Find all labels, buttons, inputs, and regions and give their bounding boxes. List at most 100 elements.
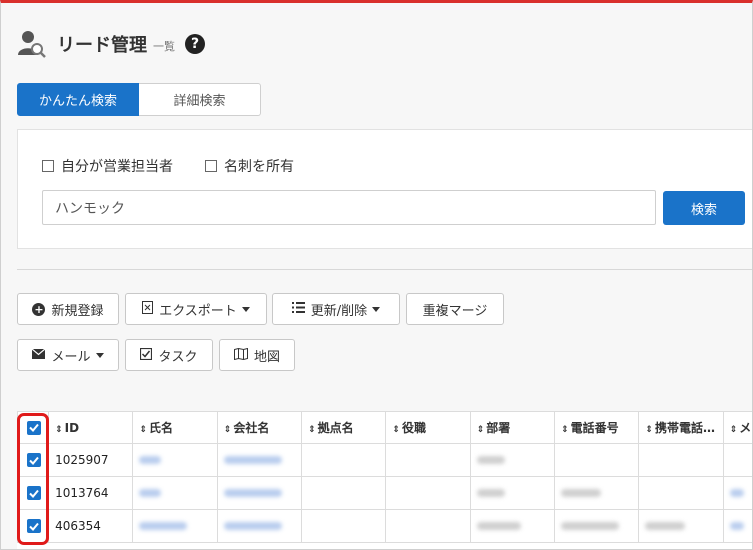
export-label: エクスポート bbox=[159, 303, 237, 319]
section-divider bbox=[17, 269, 752, 270]
department-cell bbox=[469, 509, 556, 543]
table-row[interactable]: 1013764 bbox=[17, 476, 752, 510]
chevron-down-icon bbox=[241, 306, 250, 312]
merge-duplicates-button[interactable]: 重複マージ bbox=[406, 293, 504, 325]
update-delete-label: 更新/削除 bbox=[310, 303, 368, 319]
update-delete-button[interactable]: 更新/削除 bbox=[272, 293, 400, 325]
column-header-company[interactable]: ⇕ 会社名 bbox=[216, 411, 303, 444]
mail-cell bbox=[722, 443, 752, 477]
tab-simple-search[interactable]: かんたん検索 bbox=[17, 83, 139, 116]
row-select-cell[interactable] bbox=[17, 509, 50, 543]
sort-icon: ⇕ bbox=[223, 425, 232, 435]
lead-person-icon bbox=[17, 29, 47, 59]
position-cell bbox=[385, 476, 471, 510]
card-checkbox[interactable]: 名刺を所有 bbox=[205, 156, 294, 176]
department-cell bbox=[469, 476, 556, 510]
export-file-icon bbox=[142, 301, 154, 317]
list-icon bbox=[291, 302, 305, 316]
search-panel: 自分が営業担当者 名刺を所有 ハンモック 検索 bbox=[17, 129, 752, 249]
column-header-mail[interactable]: ⇕ メ bbox=[722, 411, 752, 444]
merge-duplicates-label: 重複マージ bbox=[422, 303, 488, 319]
owner-checkbox-label: 自分が営業担当者 bbox=[61, 159, 173, 175]
branch-cell bbox=[301, 509, 387, 543]
position-cell bbox=[385, 443, 471, 477]
column-header-position[interactable]: ⇕ 役職 bbox=[385, 411, 471, 444]
column-header-name[interactable]: ⇕ 氏名 bbox=[132, 411, 218, 444]
owner-checkbox[interactable]: 自分が営業担当者 bbox=[42, 156, 173, 176]
check-square-icon bbox=[140, 347, 153, 363]
company-cell[interactable] bbox=[216, 476, 303, 510]
card-checkbox-label: 名刺を所有 bbox=[224, 159, 294, 175]
export-button[interactable]: エクスポート bbox=[125, 293, 267, 325]
envelope-icon bbox=[32, 348, 46, 362]
sort-icon: ⇕ bbox=[476, 425, 485, 435]
filter-checkboxes: 自分が営業担当者 名刺を所有 bbox=[42, 156, 326, 176]
branch-cell bbox=[301, 476, 387, 510]
map-label: 地図 bbox=[253, 349, 280, 365]
mobile-cell bbox=[638, 509, 724, 543]
sort-icon: ⇕ bbox=[55, 424, 63, 435]
select-all-cell[interactable] bbox=[17, 411, 50, 444]
owner-checkbox-box[interactable] bbox=[42, 160, 54, 172]
row-checkbox[interactable] bbox=[27, 486, 41, 500]
sort-icon: ⇕ bbox=[308, 425, 316, 435]
task-label: タスク bbox=[158, 349, 198, 365]
map-icon bbox=[233, 347, 248, 363]
page-title: リード管理 bbox=[57, 35, 147, 56]
search-input[interactable]: ハンモック bbox=[42, 190, 656, 225]
company-cell[interactable] bbox=[216, 509, 303, 543]
tab-advanced-search[interactable]: 詳細検索 bbox=[139, 83, 261, 116]
table-row[interactable]: 1025907 bbox=[17, 443, 752, 477]
page-subtitle: 一覧 bbox=[153, 40, 175, 53]
mail-label: メール bbox=[51, 349, 91, 365]
mobile-cell bbox=[638, 476, 724, 510]
column-header-mobile[interactable]: ⇕ 携帯電話… bbox=[638, 411, 724, 444]
name-cell[interactable] bbox=[132, 509, 218, 543]
table-header-row: ⇕ ID ⇕ 氏名 ⇕ 会社名 ⇕ 拠点名 ⇕ 役職 ⇕ 部署 ⇕ 電話番号 ⇕ 携帯電話… ⇕… bbox=[17, 411, 752, 444]
row-select-cell[interactable] bbox=[17, 443, 50, 477]
app-frame: リード管理 一覧 ? かんたん検索 詳細検索 自分が営業担当者 名刺を所有 ハン… bbox=[0, 0, 753, 550]
select-all-checkbox[interactable] bbox=[27, 420, 41, 435]
mail-button[interactable]: メール bbox=[17, 339, 119, 371]
new-lead-button[interactable]: + 新規登録 bbox=[17, 293, 119, 325]
chevron-down-icon bbox=[372, 306, 381, 312]
department-cell bbox=[469, 443, 556, 477]
row-checkbox[interactable] bbox=[27, 453, 41, 467]
position-cell bbox=[385, 509, 471, 543]
lead-id-cell: 1013764 bbox=[48, 476, 134, 510]
column-header-phone[interactable]: ⇕ 電話番号 bbox=[554, 411, 640, 444]
task-button[interactable]: タスク bbox=[125, 339, 213, 371]
table-row[interactable]: 406354 bbox=[17, 509, 752, 543]
mobile-cell bbox=[638, 443, 724, 477]
lead-table: ⇕ ID ⇕ 氏名 ⇕ 会社名 ⇕ 拠点名 ⇕ 役職 ⇕ 部署 ⇕ 電話番号 ⇕ 携帯電話… ⇕… bbox=[17, 411, 752, 549]
row-checkbox[interactable] bbox=[27, 519, 41, 533]
phone-cell bbox=[554, 476, 640, 510]
new-lead-label: 新規登録 bbox=[51, 303, 104, 319]
chevron-down-icon bbox=[95, 352, 104, 358]
sort-icon: ⇕ bbox=[139, 425, 147, 435]
search-tabs: かんたん検索 詳細検索 bbox=[17, 83, 261, 116]
branch-cell bbox=[301, 443, 387, 477]
sort-icon: ⇕ bbox=[392, 425, 400, 435]
page-header: リード管理 一覧 ? bbox=[17, 27, 205, 61]
name-cell[interactable] bbox=[132, 476, 218, 510]
name-cell[interactable] bbox=[132, 443, 218, 477]
help-icon[interactable]: ? bbox=[185, 34, 205, 54]
phone-cell bbox=[554, 443, 640, 477]
plus-circle-icon: + bbox=[32, 302, 46, 316]
row-select-cell[interactable] bbox=[17, 476, 50, 510]
map-button[interactable]: 地図 bbox=[219, 339, 295, 371]
search-button[interactable]: 検索 bbox=[663, 191, 745, 225]
lead-id-cell: 1025907 bbox=[48, 443, 134, 477]
mail-cell bbox=[722, 509, 752, 543]
column-header-branch[interactable]: ⇕ 拠点名 bbox=[301, 411, 387, 444]
card-checkbox-box[interactable] bbox=[205, 160, 217, 172]
lead-id-cell: 406354 bbox=[48, 509, 134, 543]
sort-icon: ⇕ bbox=[561, 425, 569, 435]
column-header-id[interactable]: ⇕ ID bbox=[48, 411, 134, 444]
mail-cell bbox=[722, 476, 752, 510]
column-header-department[interactable]: ⇕ 部署 bbox=[469, 411, 556, 444]
phone-cell bbox=[554, 509, 640, 543]
company-cell[interactable] bbox=[216, 443, 303, 477]
sort-icon: ⇕ bbox=[645, 425, 653, 435]
